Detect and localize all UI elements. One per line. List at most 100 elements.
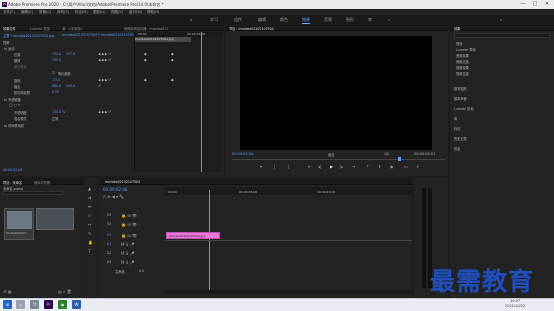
uniform-scale-checkbox[interactable]: ☑ (52, 71, 55, 75)
program-playhead[interactable] (398, 157, 401, 161)
mask-tools-icon[interactable]: ◯ ▢ ✎ (9, 103, 20, 107)
program-timecode-current[interactable]: 00:00:02:06 (232, 152, 253, 156)
track-controls-icon[interactable]: M S 🎤 (121, 242, 135, 247)
go-to-out-icon[interactable]: ⇥ (352, 164, 355, 169)
keyframe-toggle-icon[interactable]: ◀ ◆ ▶ ↺ (98, 52, 111, 56)
tab-effect-controls[interactable]: 效果控件 (3, 26, 16, 31)
workspace-learn[interactable]: 学习 (210, 17, 218, 23)
reset-icon[interactable]: ↺ (98, 84, 101, 88)
workspace-graphics[interactable]: 图形 (346, 17, 354, 23)
search-icon[interactable]: ⌕ (500, 17, 502, 22)
list-view-icon[interactable]: ☰ ▦ (3, 289, 12, 294)
panel-lumetri-color[interactable]: Lumetri 颜色 (454, 106, 474, 111)
tab-audio-clip-mixer[interactable]: 音频剪辑混合器：Imvideo021 (124, 26, 168, 31)
scrub-bar[interactable] (232, 159, 446, 160)
track-v3[interactable]: V3 (107, 213, 111, 217)
workspace-assembly[interactable]: 组件 (234, 17, 242, 23)
chrome-app-icon[interactable]: ◉ (58, 300, 67, 309)
lift-icon[interactable]: ⇡ (366, 164, 369, 169)
tab-lumetri-scopes[interactable]: Lumetri 范围 (30, 26, 50, 31)
minimize-button[interactable]: — (517, 0, 529, 9)
slip-tool-icon[interactable]: ↔ (88, 222, 91, 227)
track-select-tool-icon[interactable]: ⇉ (88, 195, 91, 200)
effect-motion[interactable]: fx 运动 (4, 46, 14, 51)
play-icon[interactable]: ▶ (330, 164, 333, 169)
panel-markers[interactable]: 标记 (454, 126, 460, 131)
ec-timecode[interactable]: 00:00:02:06 (3, 168, 22, 172)
tab-sequence[interactable]: Imvideo02102107504 (105, 180, 140, 184)
workspace-editing[interactable]: 编辑 (258, 17, 266, 23)
comparison-view-icon[interactable]: ▭ (404, 164, 408, 169)
track-v1[interactable]: V1 (107, 233, 111, 237)
panel-essential-graphics[interactable]: 基本图形 (454, 86, 467, 91)
pen-tool-icon[interactable]: ✎ (88, 231, 91, 236)
folder-lumetri-presets[interactable]: Lumetri 预设 (456, 47, 476, 52)
type-tool-icon[interactable]: T (88, 249, 90, 254)
panel-libraries[interactable]: 库 (454, 116, 457, 121)
sequence-line[interactable]: Imvideo02102107504 * Imvideo02102107504.… (62, 33, 142, 37)
workspace-effects[interactable]: 效果 (302, 17, 310, 24)
keyframe-diamond-icon[interactable]: ◆ (171, 58, 174, 62)
scale-value[interactable]: 100.0 (52, 58, 61, 62)
blend-mode-select[interactable]: 正常 (52, 116, 58, 121)
mark-in-icon[interactable]: ▾ (260, 164, 262, 169)
track-controls-icon[interactable]: 🔒 ⊞ 👁 (121, 213, 137, 218)
project-clip-thumbnail[interactable]: Imvideo021021... (4, 208, 34, 240)
keyframe-diamond-icon[interactable]: ◆ (171, 78, 174, 82)
word-app-icon[interactable]: W (72, 300, 81, 309)
zoom-fit-select[interactable]: 适合 (328, 152, 334, 157)
search-icon[interactable]: ⌕ (16, 300, 25, 309)
step-back-icon[interactable]: ◂| (318, 164, 321, 169)
track-controls-icon[interactable]: M S 🎤 (121, 251, 135, 256)
tab-source[interactable]: 源：<无剪辑> (62, 26, 83, 31)
program-video-frame[interactable] (240, 36, 432, 150)
folder-audio-transitions[interactable]: 音频过渡 (456, 59, 469, 64)
extract-icon[interactable]: ⇞ (378, 164, 381, 169)
opacity-value[interactable]: 100.0 % (52, 110, 65, 114)
keyframe-toggle-icon[interactable]: ◀ ◆ ▶ ↺ (98, 58, 111, 62)
timeline-clip[interactable]: Imvideo02102107504.jpg (166, 232, 220, 239)
source-line[interactable]: 主要 * Imvideo02102107504.jpg (3, 33, 54, 38)
step-forward-icon[interactable]: |▸ (340, 164, 343, 169)
taskbar-date[interactable]: 2021/10/22 (505, 304, 525, 308)
keyframe-toggle-icon[interactable]: ◀ ◆ ▶ ↺ (98, 78, 111, 82)
effects-search-input[interactable] (454, 33, 550, 38)
keyframe-diamond-icon[interactable]: ◆ (171, 52, 174, 56)
taskbar-time[interactable]: 10:07 (510, 299, 520, 303)
position-x-value[interactable]: 702.0 (52, 52, 61, 56)
mark-out-icon[interactable]: | (274, 164, 275, 169)
timeline-scrollbar[interactable] (165, 290, 412, 294)
project-clip-thumbnail-2[interactable] (36, 208, 74, 230)
track-a1[interactable]: A1 (107, 242, 111, 246)
keyframe-diamond-icon[interactable]: ◆ (144, 78, 147, 82)
project-search-input[interactable] (3, 191, 63, 195)
selection-tool-icon[interactable]: ▲ (88, 186, 91, 191)
track-controls-icon[interactable]: 🔒 ⊞ 👁 (121, 222, 137, 227)
folder-video-transitions[interactable]: 视频过渡 (456, 71, 469, 76)
keyframe-diamond-icon[interactable]: ◆ (144, 58, 147, 62)
anchor-x-value[interactable]: 960.0 (52, 84, 61, 88)
workspace-libraries[interactable]: 库 (368, 17, 372, 23)
workspace-color[interactable]: 颜色 (280, 17, 288, 23)
panel-history[interactable]: 历史记录 (454, 136, 467, 141)
keyframe-clip-bar[interactable]: Imvideo02102107504.jpg (135, 37, 191, 42)
folder-audio-effects[interactable]: 音频效果 (456, 53, 469, 58)
more-workspaces-icon[interactable]: » (388, 17, 390, 22)
keyframe-diamond-icon[interactable]: ◆ (144, 52, 147, 56)
track-controls-icon[interactable]: M S 🎤 (121, 260, 135, 265)
panel-info[interactable]: 信息 (454, 146, 460, 151)
folder-video-effects[interactable]: 视频效果 (456, 65, 469, 70)
resolution-select[interactable]: 1/2 (384, 152, 389, 156)
windows-start-icon[interactable]: ⊞ (3, 300, 12, 309)
home-icon[interactable]: ⌂ (190, 17, 193, 22)
track-v2[interactable]: V2 (107, 222, 111, 226)
anchor-y-value[interactable]: 540.0 (66, 84, 75, 88)
new-item-icon[interactable]: ▤ ⌕ 🗑 (58, 289, 72, 294)
workspace-audio[interactable]: 音频 (324, 17, 332, 23)
razor-tool-icon[interactable]: ◇ (88, 213, 91, 218)
premiere-app-icon[interactable]: Pr (44, 300, 53, 309)
tab-effects[interactable]: 效果 (454, 26, 460, 31)
timeline-ruler[interactable] (165, 187, 412, 195)
position-y-value[interactable]: 337.5 (66, 52, 75, 56)
panel-essential-sound[interactable]: 基本声音 (454, 96, 467, 101)
